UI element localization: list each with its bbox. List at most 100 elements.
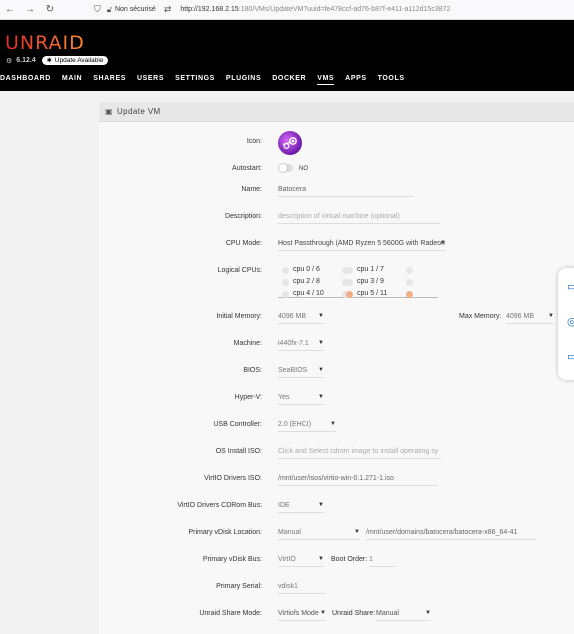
permissions-icon[interactable]: ⇄: [164, 4, 172, 15]
back-arrow-icon[interactable]: ←: [0, 0, 20, 20]
hyperv-value: Yes: [278, 394, 290, 401]
bios-label: BIOS:: [243, 367, 262, 374]
unraid-logo[interactable]: UNRAID: [5, 32, 85, 54]
browser-toolbar: ← → ↻ ⛉ 🔓︎ Non sécurisé ⇄ http://192.168…: [0, 0, 574, 20]
update-star-icon: ✱: [46, 58, 52, 64]
cpu-checkbox[interactable]: [406, 291, 413, 298]
cpu-checkbox[interactable]: [282, 291, 289, 298]
url-path: :180/VMs/UpdateVM?uuid=fe478ccf-ad76-b87…: [238, 6, 451, 13]
unraid-header: UNRAID ⚙ 6.12.4 ✱ Update Available DASHB…: [0, 20, 574, 91]
address-bar[interactable]: http://192.168.2.15:180/VMs/UpdateVM?uui…: [180, 6, 450, 13]
vdisk-location-label: Primary vDisk Location:: [188, 529, 262, 536]
vdisk-path-input[interactable]: /mnt/user/domains/batocera/batocera-x86_…: [366, 526, 536, 540]
max-memory-select[interactable]: 4096 MB ▼: [506, 310, 554, 324]
nav-tab-dashboard[interactable]: DASHBOARD: [0, 75, 51, 85]
vdisk-location-value: Manual: [278, 529, 301, 536]
boot-order-label: Boot Order:: [331, 556, 368, 563]
steam-icon: [282, 137, 297, 150]
cpu-label: cpu 2 / 8: [293, 278, 320, 285]
share-value: Manual: [376, 610, 399, 617]
hyperv-select[interactable]: Yes ▼: [278, 391, 324, 405]
nav-tab-docker[interactable]: DOCKER: [272, 75, 306, 85]
version-info: ⚙ 6.12.4 ✱ Update Available: [6, 56, 109, 65]
main-navigation: DASHBOARD MAIN SHARES USERS SETTINGS PLUGINS D…: [0, 75, 416, 85]
vdisk-location-select[interactable]: Manual ▼: [278, 526, 360, 540]
url-host: http://192.168.2.15: [180, 6, 239, 13]
serial-row: Primary Serial: vdisk1: [99, 580, 574, 594]
usb-select[interactable]: 2.0 (EHCI) ▼: [278, 418, 336, 432]
machine-row: Machine: i440fx-7.1 ▼: [99, 337, 574, 351]
nav-tab-shares[interactable]: SHARES: [93, 75, 126, 85]
boot-order-input[interactable]: 1: [369, 553, 396, 567]
chevron-down-icon: ▼: [318, 394, 324, 400]
share-mode-label: Unraid Share Mode:: [199, 610, 262, 617]
cpu-label: cpu 3 / 9: [357, 278, 384, 285]
autostart-toggle[interactable]: [278, 163, 293, 173]
security-label[interactable]: Non sécurisé: [115, 6, 156, 13]
chevron-down-icon: ▼: [318, 502, 324, 508]
cpu-label: cpu 4 / 10: [293, 290, 324, 297]
cpu-checkbox[interactable]: [406, 279, 413, 286]
cpu-checkbox[interactable]: [346, 291, 353, 298]
share-select[interactable]: Manual ▼: [376, 607, 431, 621]
panel-title-bar: ▣ Update VM: [99, 102, 574, 122]
cpu-mode-value: Host Passthrough (AMD Ryzen 5 5600G with…: [278, 240, 445, 247]
update-available-button[interactable]: ✱ Update Available: [41, 56, 109, 65]
max-memory-value: 4096 MB: [506, 313, 535, 320]
help-icon[interactable]: ◎: [567, 315, 574, 328]
virtio-bus-row: VirtIO Drivers CDRom Bus: IDE ▼: [99, 499, 574, 513]
reload-icon[interactable]: ↻: [40, 0, 60, 20]
chat-icon[interactable]: ▭: [567, 280, 574, 293]
initial-memory-value: 4096 MB: [278, 313, 307, 320]
bios-row: BIOS: SeaBIOS ▼: [99, 364, 574, 378]
vdisk-bus-select[interactable]: VirtIO ▼: [278, 553, 324, 567]
vm-page-icon: ▣: [105, 107, 113, 116]
virtio-iso-input[interactable]: /mnt/user/isos/virtio-win-0.1.271-1.iso: [278, 472, 438, 486]
share-mode-select[interactable]: Virtiofs Mode ▼: [278, 607, 326, 621]
vm-icon-picker[interactable]: [278, 131, 302, 155]
cpu-checkbox[interactable]: [282, 267, 289, 274]
cpu-label: cpu 1 / 7: [357, 266, 384, 273]
nav-tab-plugins[interactable]: PLUGINS: [226, 75, 261, 85]
cpu-checkbox[interactable]: [282, 279, 289, 286]
icon-label: Icon:: [246, 138, 262, 145]
nav-tab-tools[interactable]: TOOLS: [378, 75, 405, 85]
toggle-knob: [278, 163, 288, 173]
usb-value: 2.0 (EHCI): [278, 421, 312, 428]
bios-select[interactable]: SeaBIOS ▼: [278, 364, 324, 378]
vdisk-location-row: Primary vDisk Location: Manual ▼ /mnt/us…: [99, 526, 574, 540]
feedback-icon[interactable]: ▭: [567, 350, 574, 363]
chevron-down-icon: ▼: [440, 240, 446, 246]
usb-row: USB Controller: 2.0 (EHCI) ▼: [99, 418, 574, 432]
hyperv-label: Hyper-V:: [234, 394, 262, 401]
virtio-bus-select[interactable]: IDE ▼: [278, 499, 324, 513]
cpu-checkbox[interactable]: [346, 279, 353, 286]
nav-tab-vms[interactable]: VMS: [317, 75, 335, 85]
update-label: Update Available: [54, 57, 104, 64]
virtio-bus-label: VirtIO Drivers CDRom Bus:: [177, 502, 262, 509]
name-input[interactable]: Batocera: [278, 183, 413, 197]
nav-tab-apps[interactable]: APPS: [345, 75, 366, 85]
cpu-checkbox[interactable]: [406, 267, 413, 274]
forward-arrow-icon[interactable]: →: [20, 0, 40, 20]
version-number[interactable]: 6.12.4: [16, 57, 35, 64]
nav-tab-settings[interactable]: SETTINGS: [175, 75, 215, 85]
shield-icon[interactable]: ⛉: [94, 4, 101, 15]
lock-icon[interactable]: 🔓︎: [107, 5, 112, 15]
machine-select[interactable]: i440fx-7.1 ▼: [278, 337, 324, 351]
description-input[interactable]: description of virtual machine (optional…: [278, 210, 440, 224]
cpu-checkbox[interactable]: [346, 267, 353, 274]
nav-tab-main[interactable]: MAIN: [62, 75, 82, 85]
vdisk-bus-label: Primary vDisk Bus:: [202, 556, 262, 563]
initial-memory-select[interactable]: 4096 MB ▼: [278, 310, 324, 324]
cpu-mode-select[interactable]: Host Passthrough (AMD Ryzen 5 5600G with…: [278, 237, 446, 251]
logical-cpus-row: Logical CPUs: cpu 0 / 6 cpu 1 / 7 cpu 2 / …: [99, 264, 574, 300]
machine-value: i440fx-7.1: [278, 340, 309, 347]
serial-input[interactable]: vdisk1: [278, 580, 326, 594]
nav-tab-users[interactable]: USERS: [137, 75, 164, 85]
icon-row: Icon:: [99, 131, 574, 157]
vdisk-bus-value: VirtIO: [278, 556, 296, 563]
initial-memory-label: Initial Memory:: [216, 313, 262, 320]
chevron-down-icon: ▼: [330, 421, 336, 427]
os-iso-input[interactable]: Click and Select cdrom image to install …: [278, 445, 441, 459]
